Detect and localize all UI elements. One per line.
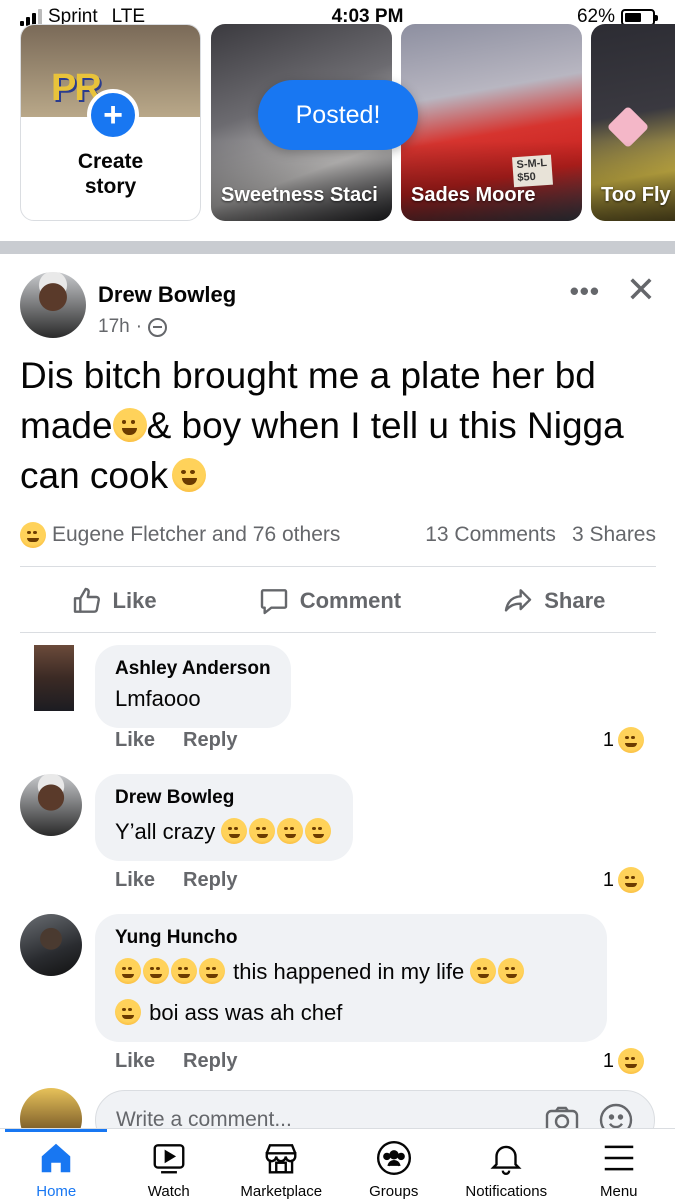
haha-reaction-icon (20, 522, 46, 548)
story-author: Sades Moore (411, 184, 536, 206)
nav-groups[interactable]: Groups (338, 1129, 451, 1200)
comment-reactions[interactable]: 1 (603, 1048, 644, 1074)
post-actions: Like Comment Share (20, 578, 656, 624)
post-time[interactable]: 17h (98, 316, 130, 338)
post-author-name[interactable]: Drew Bowleg (98, 282, 236, 308)
create-story-card[interactable]: PR + Create story (20, 24, 201, 221)
comment-author[interactable]: Drew Bowleg (115, 786, 333, 810)
comment-text: Lmfaooo (115, 686, 201, 711)
plus-icon[interactable]: + (87, 89, 139, 141)
reactions-names[interactable]: Eugene Fletcher and 76 others (52, 523, 425, 547)
story-card[interactable]: Too Fly (591, 24, 675, 221)
comment-reply-button[interactable]: Reply (183, 869, 237, 892)
post-meta: 17h · (98, 316, 168, 338)
avatar[interactable] (20, 272, 86, 338)
comment-bubble[interactable]: Drew Bowleg Y’all crazy (95, 774, 354, 861)
comment-text: Y’all crazy (115, 816, 333, 847)
weary-face-emoji-icon (172, 458, 207, 492)
comment-like-button[interactable]: Like (115, 729, 155, 752)
comment-reactions[interactable]: 1 (603, 867, 644, 893)
nav-notifications[interactable]: Notifications (450, 1129, 563, 1200)
comment-bubble[interactable]: Yung Huncho this happened in my life boi… (95, 914, 607, 1042)
section-divider (0, 241, 675, 254)
comments-count[interactable]: 13 Comments (425, 523, 556, 547)
nav-home[interactable]: Home (0, 1129, 113, 1200)
rofl-emoji-icon (249, 818, 276, 844)
comment-text: this happened in my life (115, 956, 587, 987)
bottom-nav: Home Watch Marketplace Groups Notificati… (0, 1128, 675, 1200)
divider (20, 632, 656, 633)
nav-marketplace[interactable]: Marketplace (225, 1129, 338, 1200)
stories-tray: PR + Create story Sweetness Staci S-M-L … (0, 24, 675, 224)
rofl-emoji-icon (277, 818, 304, 844)
more-options-icon[interactable]: ••• (570, 276, 600, 307)
comment-bubble[interactable]: Ashley Anderson Lmfaooo (95, 645, 291, 728)
joy-emoji-icon (143, 958, 169, 984)
avatar[interactable] (20, 914, 82, 976)
comment-author[interactable]: Ashley Anderson (115, 657, 271, 681)
joy-emoji-icon (470, 958, 497, 984)
nav-watch[interactable]: Watch (113, 1129, 226, 1200)
story-card[interactable]: S-M-L $50 Sades Moore (401, 24, 582, 221)
home-icon (42, 1143, 71, 1173)
globe-icon (148, 317, 168, 337)
comment-reply-button[interactable]: Reply (183, 1050, 237, 1073)
comment-icon (260, 589, 287, 615)
comment-like-button[interactable]: Like (115, 869, 155, 892)
comment-button[interactable]: Comment (258, 585, 401, 617)
nav-menu[interactable]: Menu (563, 1129, 675, 1200)
price-tag: S-M-L $50 (512, 154, 553, 188)
comment-like-button[interactable]: Like (115, 1050, 155, 1073)
menu-icon (604, 1145, 633, 1171)
comment: Yung Huncho this happened in my life boi… (20, 914, 660, 1074)
avatar[interactable] (34, 645, 74, 711)
joy-emoji-icon (115, 958, 141, 984)
battery-icon (621, 8, 658, 26)
create-story-label: Create story (77, 150, 144, 198)
post-text: Dis bitch brought me a plate her bd made… (20, 355, 624, 496)
woozy-face-emoji-icon (112, 408, 147, 442)
comment: Ashley Anderson Lmfaooo Like Reply 1 (20, 645, 660, 755)
comment-reply-button[interactable]: Reply (183, 729, 237, 752)
thumbs-up-icon (73, 587, 100, 613)
watch-icon (153, 1144, 185, 1174)
posted-toast[interactable]: Posted! (258, 80, 418, 150)
rofl-emoji-icon (221, 818, 248, 844)
joy-emoji-icon (171, 958, 197, 984)
joy-emoji-icon (115, 999, 141, 1025)
comment-reactions[interactable]: 1 (603, 727, 644, 753)
active-tab-indicator (5, 1129, 107, 1132)
groups-icon (376, 1140, 411, 1176)
bell-icon (490, 1145, 522, 1175)
shares-count[interactable]: 3 Shares (572, 523, 656, 547)
rofl-emoji-icon (305, 818, 332, 844)
post-header: Drew Bowleg 17h · ••• ✕ (20, 270, 660, 340)
joy-emoji-icon (498, 958, 525, 984)
haha-reaction-icon (618, 727, 644, 753)
share-arrow-icon (505, 589, 532, 612)
marketplace-icon (265, 1144, 297, 1174)
joy-emoji-icon (199, 958, 225, 984)
comment-text: boi ass was ah chef (115, 997, 587, 1028)
like-button[interactable]: Like (71, 585, 157, 617)
share-button[interactable]: Share (502, 585, 605, 617)
story-author: Sweetness Staci (221, 184, 378, 206)
story-author: Too Fly (601, 184, 671, 206)
avatar[interactable] (20, 774, 82, 836)
comment-author[interactable]: Yung Huncho (115, 926, 587, 950)
haha-reaction-icon (618, 867, 644, 893)
haha-reaction-icon (618, 1048, 644, 1074)
comment: Drew Bowleg Y’all crazy Like Reply 1 (20, 774, 660, 894)
reactions-summary[interactable]: Eugene Fletcher and 76 others 13 Comment… (20, 522, 656, 548)
divider (20, 566, 656, 567)
close-icon[interactable]: ✕ (626, 270, 656, 310)
